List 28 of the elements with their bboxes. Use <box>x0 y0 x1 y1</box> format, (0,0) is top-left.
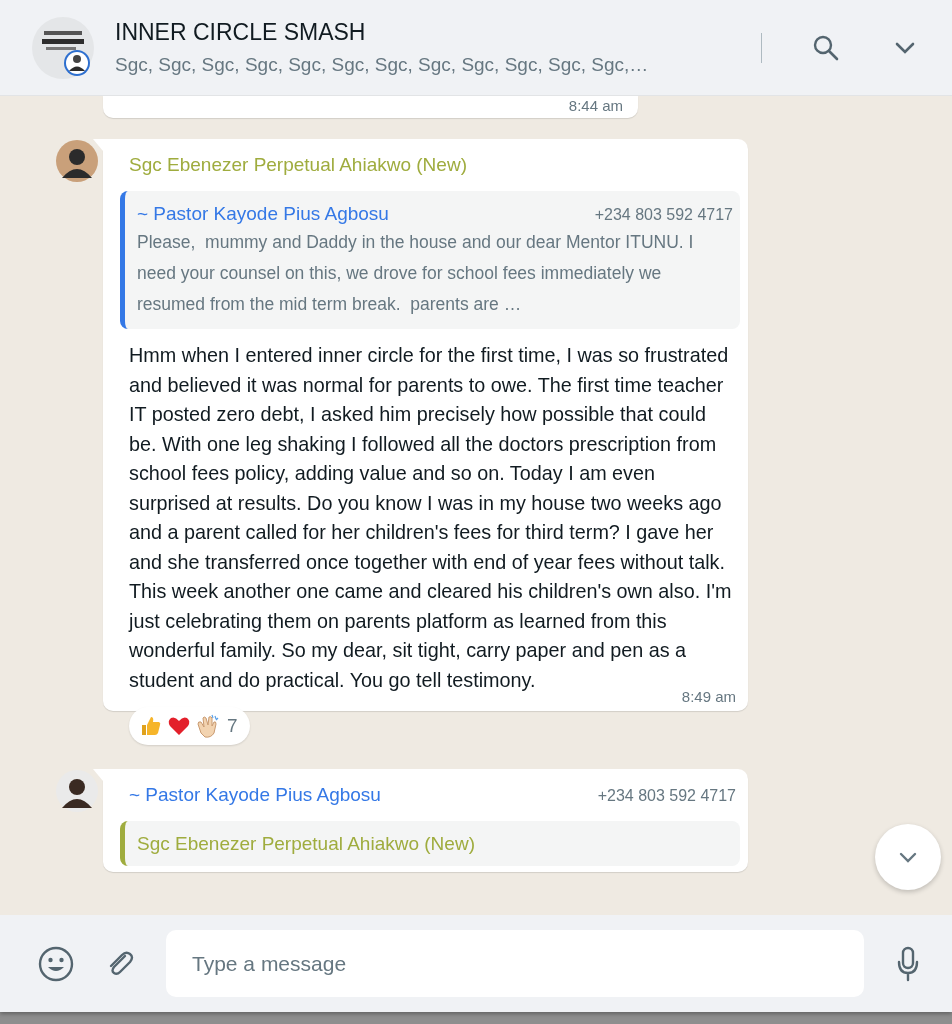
message-time: 8:44 am <box>568 98 623 114</box>
phone-number: +234 803 592 4717 <box>597 787 736 805</box>
clapping-hands-icon <box>195 713 221 739</box>
message-input[interactable]: Type a message <box>166 930 864 997</box>
avatar-icon <box>56 770 98 812</box>
emoji-icon[interactable] <box>38 945 74 982</box>
member-list: Sgc, Sgc, Sgc, Sgc, Sgc, Sgc, Sgc, Sgc, Sgc, Sgc, Sgc, Sgc,… <box>115 50 741 79</box>
quoted-text: Please, mummy and Daddy in the house and our dear Mentor ITUNU. I need your counsel on this, we drove for school fees immediately we resumed from the mid term break. parents are … <box>137 231 695 316</box>
group-avatar[interactable] <box>32 16 94 79</box>
chevron-down-icon <box>899 851 917 863</box>
quoted-message[interactable]: Sgc Ebenezer Perpetual Ahiakwo (New) <box>120 821 740 866</box>
avatar-icon <box>56 140 98 182</box>
reaction-count: 7 <box>227 715 238 737</box>
microphone-icon[interactable] <box>896 945 920 982</box>
phone-number: +234 803 592 4717 <box>594 206 733 224</box>
thumbs-up-icon <box>139 714 163 738</box>
message-text: Hmm when I entered inner circle for the first time, I was so frustrated and believed it was normal for parents to owe. The first time teacher IT posted zero debt, I asked him precisely how possible that could be. With one leg shaking I followed all the doctors prescription from school fees policy, adding value and so on. Today I am even surprised at results. Do you know I was in my house two weeks ago and a parent called for her children's fees for third term? I gave her and she transferred once together with end of year fees without talk. This week another one came and cleared his children's own also. I'm just celebrating them on parents platform as learned from this wonderful family. So my dear, sit tight, carry paper and pen as a student and do practical. You go tell testimony. <box>127 343 733 692</box>
reactions-pill[interactable]: 7 <box>129 707 250 745</box>
message-time: 8:49 am <box>681 689 736 705</box>
quoted-message[interactable] <box>120 191 740 329</box>
quoted-author: ~ Pastor Kayode Pius Agbosu <box>137 202 389 226</box>
heart-icon <box>167 714 191 738</box>
sender-name[interactable]: Sgc Ebenezer Perpetual Ahiakwo (New) <box>129 151 467 178</box>
group-title: INNER CIRCLE SMASH <box>115 17 367 47</box>
chevron-down-icon[interactable] <box>894 40 916 55</box>
search-icon[interactable] <box>812 33 840 62</box>
quoted-author: Sgc Ebenezer Perpetual Ahiakwo (New) <box>137 832 475 856</box>
sender-name[interactable]: ~ Pastor Kayode Pius Agbosu <box>129 781 381 808</box>
